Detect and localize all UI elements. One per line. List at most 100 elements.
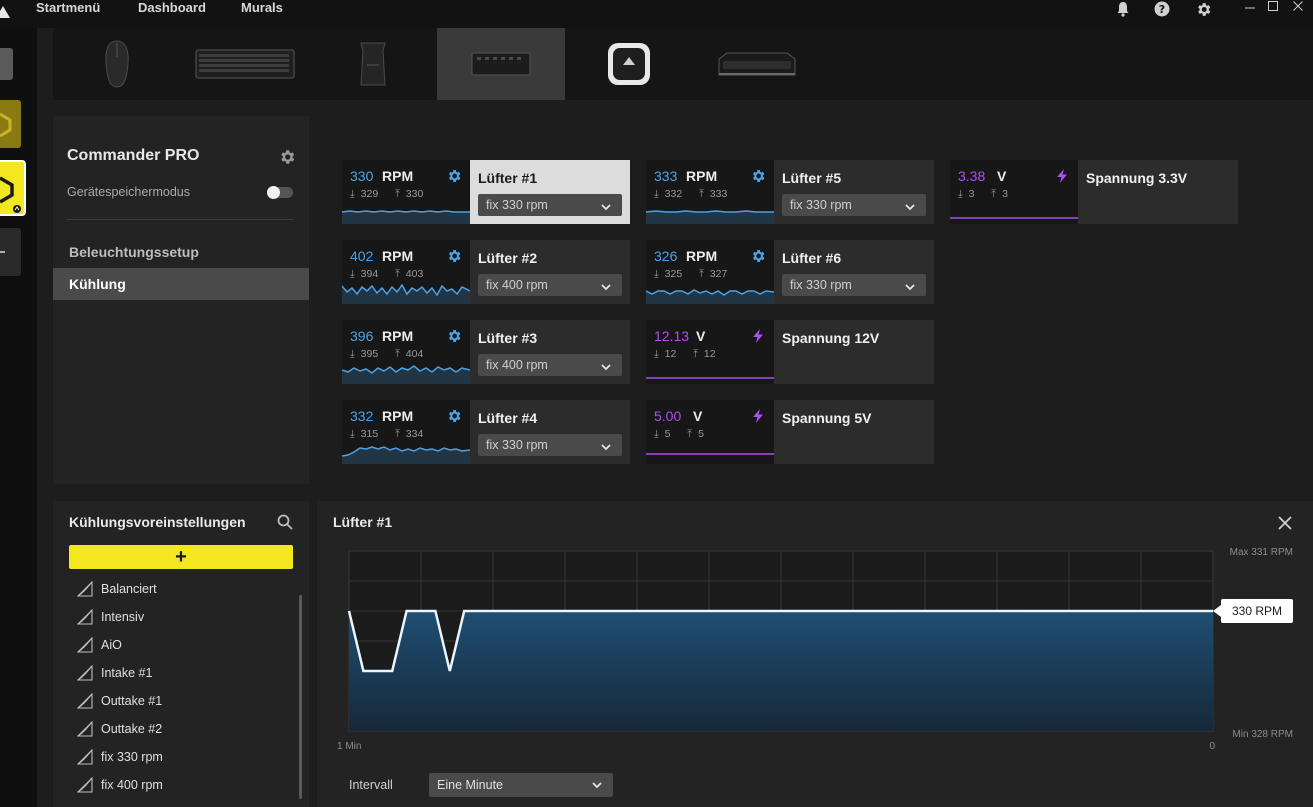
fan-mode-value: fix 330 rpm xyxy=(790,278,852,292)
chevron-down-icon xyxy=(600,438,612,451)
sensor-card-fan3[interactable]: 396 RPM ⤓ 395 ⤒ 404 Lüfter #3 fix 400 rpm xyxy=(342,320,630,384)
cooling-presets-panel: Kühlungsvoreinstellungen + Balanciert Int… xyxy=(53,501,309,807)
sensor-value-box: 5.00 V ⤓ 5 ⤒ 5 xyxy=(646,400,774,464)
help-icon[interactable]: ? xyxy=(1152,0,1172,18)
sidebar-tile-profile-1[interactable] xyxy=(0,100,21,148)
sensor-value: 3.38 xyxy=(958,168,986,184)
maximize-icon[interactable] xyxy=(1263,0,1283,16)
sensor-card-fan6[interactable]: 326 RPM ⤓ 325 ⤒ 327 Lüfter #6 fix 330 rpm xyxy=(646,240,934,304)
preset-label: fix 400 rpm xyxy=(101,778,163,792)
preset-label: Balanciert xyxy=(101,582,157,596)
sensor-minmax: ⤓ 394 ⤒ 403 xyxy=(350,268,429,281)
bell-icon[interactable] xyxy=(1113,0,1133,18)
gear-icon[interactable] xyxy=(1193,0,1213,18)
device-keyboard[interactable] xyxy=(181,28,309,100)
sensor-card-fan5[interactable]: 333 RPM ⤓ 332 ⤒ 333 Lüfter #5 fix 330 rpm xyxy=(646,160,934,224)
sidebar-tile-profile-active[interactable] xyxy=(0,160,26,216)
sensor-card-v33[interactable]: 3.38 V ⤓ 3 ⤒ 3 Spannung 3.3V xyxy=(950,160,1238,224)
fan-settings-icon[interactable] xyxy=(446,248,462,264)
device-headset-stand[interactable] xyxy=(309,28,437,100)
sensor-max: 404 xyxy=(405,348,424,360)
sensor-card-v5[interactable]: 5.00 V ⤓ 5 ⤒ 5 Spannung 5V xyxy=(646,400,934,464)
close-icon[interactable] xyxy=(1275,513,1295,533)
preset-item[interactable]: Balanciert xyxy=(76,579,157,599)
sensor-card-fan4[interactable]: 332 RPM ⤓ 315 ⤒ 334 Lüfter #4 fix 330 rpm xyxy=(342,400,630,464)
fan-mode-select[interactable]: fix 330 rpm xyxy=(478,194,622,216)
preset-label: Intensiv xyxy=(101,610,145,624)
fan-mode-select[interactable]: fix 330 rpm xyxy=(478,434,622,456)
search-icon[interactable] xyxy=(276,513,294,531)
interval-value: Eine Minute xyxy=(437,778,504,792)
sparkline xyxy=(342,365,470,384)
sensor-min: 315 xyxy=(360,428,379,440)
sensor-minmax: ⤓ 12 ⤒ 12 xyxy=(654,348,722,361)
preset-item[interactable]: fix 400 rpm xyxy=(76,775,163,795)
sidebar-tile-home[interactable] xyxy=(0,48,13,80)
min-arrow-icon: ⤓ xyxy=(958,188,963,200)
cooler-icon xyxy=(608,43,650,85)
preset-item[interactable]: fix 330 rpm xyxy=(76,747,163,767)
fan-settings-icon[interactable] xyxy=(750,168,766,184)
sensor-minmax: ⤓ 332 ⤒ 333 xyxy=(654,188,733,201)
device-memory[interactable] xyxy=(693,28,821,100)
sensor-max: 334 xyxy=(405,428,424,440)
preset-item[interactable]: Intensiv xyxy=(76,607,145,627)
toggle-knob xyxy=(267,186,280,199)
sparkline xyxy=(342,283,470,304)
fan-settings-icon[interactable] xyxy=(446,408,462,424)
fan-mode-select[interactable]: fix 330 rpm xyxy=(782,194,926,216)
sensor-value: 326 xyxy=(654,248,678,264)
min-arrow-icon: ⤓ xyxy=(654,188,659,200)
sensor-max: 12 xyxy=(703,348,716,360)
fan-settings-icon[interactable] xyxy=(750,248,766,264)
device-gear-icon[interactable] xyxy=(278,148,296,166)
sensor-card-fan2[interactable]: 402 RPM ⤓ 394 ⤒ 403 Lüfter #2 fix 400 rpm xyxy=(342,240,630,304)
preset-item[interactable]: Intake #1 xyxy=(76,663,152,683)
sensor-value-box: 330 RPM ⤓ 329 ⤒ 330 xyxy=(342,160,470,224)
sensor-card-fan1[interactable]: 330 RPM ⤓ 329 ⤒ 330 Lüfter #1 fix 330 rpm xyxy=(342,160,630,224)
sensor-min: 325 xyxy=(664,268,683,280)
device-mouse[interactable] xyxy=(53,28,181,100)
sidebar-tile-add[interactable] xyxy=(0,228,21,276)
preset-item[interactable]: Outtake #1 xyxy=(76,691,162,711)
device-commander-pro[interactable] xyxy=(437,28,565,100)
minimize-icon[interactable] xyxy=(1240,0,1260,16)
sensor-value-box: 3.38 V ⤓ 3 ⤒ 3 xyxy=(950,160,1078,224)
menu-item-cooling[interactable]: Kühlung xyxy=(53,268,309,300)
nav-murals[interactable]: Murals xyxy=(241,0,283,18)
sensor-card-v12[interactable]: 12.13 V ⤓ 12 ⤒ 12 Spannung 12V xyxy=(646,320,934,384)
sensor-name: Lüfter #5 xyxy=(782,170,842,186)
storage-mode-toggle[interactable] xyxy=(267,186,293,199)
fan-mode-select[interactable]: fix 400 rpm xyxy=(478,354,622,376)
fan-mode-select[interactable]: fix 330 rpm xyxy=(782,274,926,296)
fan-settings-icon[interactable] xyxy=(446,328,462,344)
preset-item[interactable]: Outtake #2 xyxy=(76,719,162,739)
interval-select[interactable]: Eine Minute xyxy=(429,773,613,797)
preset-item[interactable]: AiO xyxy=(76,635,122,655)
add-preset-button[interactable]: + xyxy=(69,545,293,569)
device-sidebar xyxy=(0,28,37,807)
sparkline xyxy=(646,289,774,304)
sensor-unit: V xyxy=(696,328,706,344)
device-cooler[interactable] xyxy=(565,28,693,100)
fan-detail-panel: Lüfter #1 Max 331 RPM Min 328 RPM 1 Min 0 33… xyxy=(317,501,1313,807)
sensor-name: Lüfter #6 xyxy=(782,250,842,266)
preset-scrollbar[interactable] xyxy=(299,595,302,799)
min-arrow-icon: ⤓ xyxy=(654,268,659,280)
min-arrow-icon: ⤓ xyxy=(350,348,355,360)
close-window-icon[interactable] xyxy=(1288,0,1308,16)
fan-mode-value: fix 330 rpm xyxy=(486,438,548,452)
fan-mode-select[interactable]: fix 400 rpm xyxy=(478,274,622,296)
storage-mode-label: Gerätespeichermodus xyxy=(67,185,190,199)
nav-dashboard[interactable]: Dashboard xyxy=(138,0,206,18)
sensor-min: 395 xyxy=(360,348,379,360)
sensor-max: 403 xyxy=(405,268,424,280)
device-title: Commander PRO xyxy=(67,147,200,164)
fan-settings-icon[interactable] xyxy=(446,168,462,184)
menu-item-lighting[interactable]: Beleuchtungssetup xyxy=(53,236,309,268)
nav-startmenu[interactable]: Startmenü xyxy=(36,0,100,18)
sensor-value-box: 333 RPM ⤓ 332 ⤒ 333 xyxy=(646,160,774,224)
preset-label: AiO xyxy=(101,638,122,652)
curve-icon xyxy=(76,664,93,681)
min-arrow-icon: ⤓ xyxy=(654,348,659,360)
